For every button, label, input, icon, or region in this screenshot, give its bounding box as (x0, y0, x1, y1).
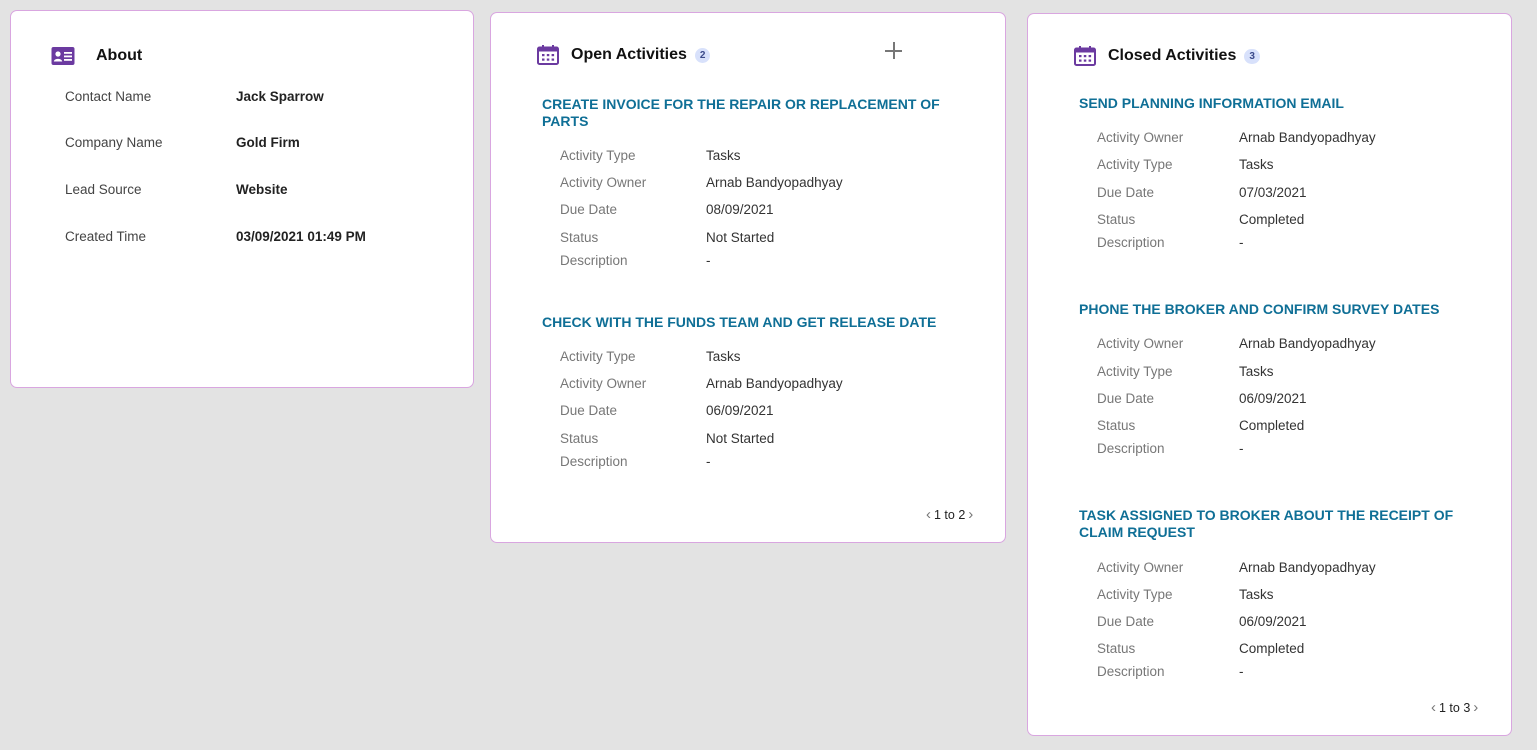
field-value: Tasks (706, 349, 741, 364)
field-label: Status (1097, 212, 1136, 227)
field-value: - (1239, 235, 1244, 250)
pager-label: 1 to 3 (1439, 700, 1471, 715)
field-label: Due Date (1097, 391, 1155, 406)
about-value: Jack Sparrow (236, 89, 324, 104)
open-activities-count-badge: 2 (694, 47, 711, 63)
field-label: Description (1097, 235, 1165, 250)
field-label: Due Date (560, 202, 618, 217)
field-value: - (706, 253, 711, 268)
about-label: Company Name (65, 135, 163, 150)
closed-activities-pager: ‹ 1 to 3 › (1428, 699, 1481, 716)
field-label: Activity Owner (560, 175, 647, 190)
field-value: Arnab Bandyopadhyay (1239, 336, 1376, 351)
field-label: Activity Type (1097, 587, 1173, 602)
field-label: Activity Type (560, 148, 636, 163)
chevron-left-icon[interactable]: ‹ (923, 506, 934, 523)
closed-activity-title-link[interactable]: TASK ASSIGNED TO BROKER ABOUT THE RECEIP… (1079, 507, 1479, 541)
about-label: Contact Name (65, 89, 152, 104)
about-value: Gold Firm (236, 135, 300, 150)
field-value: Not Started (706, 431, 775, 446)
field-value: Not Started (706, 230, 775, 245)
field-label: Due Date (1097, 185, 1155, 200)
field-value: 06/09/2021 (706, 403, 774, 418)
field-value: Completed (1239, 212, 1305, 227)
field-label: Description (1097, 664, 1165, 679)
field-label: Status (560, 230, 599, 245)
contact-card-icon (51, 46, 75, 66)
field-label: Activity Type (1097, 157, 1173, 172)
field-label: Activity Owner (560, 376, 647, 391)
calendar-icon (537, 45, 559, 65)
closed-activities-count-badge: 3 (1244, 48, 1260, 64)
open-activities-pager: ‹ 1 to 2 › (923, 506, 976, 523)
field-value: Arnab Bandyopadhyay (1239, 560, 1376, 575)
field-label: Activity Owner (1097, 336, 1184, 351)
field-label: Activity Type (1097, 364, 1173, 379)
closed-activities-card: Closed Activities 3 SEND PLANNING INFORM… (1027, 13, 1512, 736)
field-label: Status (1097, 418, 1136, 433)
chevron-left-icon[interactable]: ‹ (1428, 699, 1439, 716)
field-value: Tasks (1239, 587, 1274, 602)
chevron-right-icon[interactable]: › (965, 506, 976, 523)
about-title: About (96, 47, 143, 64)
pager-label: 1 to 2 (934, 507, 966, 522)
field-value: - (706, 454, 711, 469)
open-activities-header: Open Activities 2 (537, 45, 711, 65)
field-value: Tasks (1239, 157, 1274, 172)
about-value: Website (236, 182, 288, 197)
closed-activity-title-link[interactable]: SEND PLANNING INFORMATION EMAIL (1079, 95, 1479, 112)
field-value: Arnab Bandyopadhyay (706, 175, 843, 190)
field-value: Completed (1239, 418, 1305, 433)
field-value: - (1239, 441, 1244, 456)
field-label: Activity Owner (1097, 130, 1184, 145)
chevron-right-icon[interactable]: › (1470, 699, 1481, 716)
field-value: - (1239, 664, 1244, 679)
calendar-icon (1074, 46, 1096, 66)
field-label: Description (560, 454, 628, 469)
field-value: 08/09/2021 (706, 202, 774, 217)
field-label: Description (1097, 441, 1165, 456)
open-activity-title-link[interactable]: CREATE INVOICE FOR THE REPAIR OR REPLACE… (542, 96, 962, 130)
field-value: Tasks (1239, 364, 1274, 379)
open-activity-title-link[interactable]: CHECK WITH THE FUNDS TEAM AND GET RELEAS… (542, 314, 982, 331)
field-label: Description (560, 253, 628, 268)
about-header: About (51, 46, 142, 66)
about-label: Created Time (65, 229, 147, 244)
about-card: About Contact Name Jack Sparrow Company … (10, 10, 474, 388)
about-value: 03/09/2021 01:49 PM (236, 229, 366, 244)
field-label: Due Date (1097, 614, 1155, 629)
field-value: 07/03/2021 (1239, 185, 1307, 200)
field-value: Completed (1239, 641, 1305, 656)
closed-activities-title: Closed Activities (1108, 47, 1237, 64)
field-value: 06/09/2021 (1239, 391, 1307, 406)
field-value: 06/09/2021 (1239, 614, 1307, 629)
open-activities-card: Open Activities 2 CREATE INVOICE FOR THE… (490, 12, 1006, 543)
field-label: Due Date (560, 403, 618, 418)
field-value: Arnab Bandyopadhyay (706, 376, 843, 391)
field-label: Status (560, 431, 599, 446)
field-label: Activity Owner (1097, 560, 1184, 575)
field-value: Arnab Bandyopadhyay (1239, 130, 1376, 145)
closed-activity-title-link[interactable]: PHONE THE BROKER AND CONFIRM SURVEY DATE… (1079, 301, 1499, 318)
field-label: Status (1097, 641, 1136, 656)
add-activity-button[interactable] (883, 40, 905, 62)
about-label: Lead Source (65, 182, 142, 197)
open-activities-title: Open Activities (571, 46, 687, 63)
field-value: Tasks (706, 148, 741, 163)
closed-activities-header: Closed Activities 3 (1074, 46, 1260, 66)
field-label: Activity Type (560, 349, 636, 364)
